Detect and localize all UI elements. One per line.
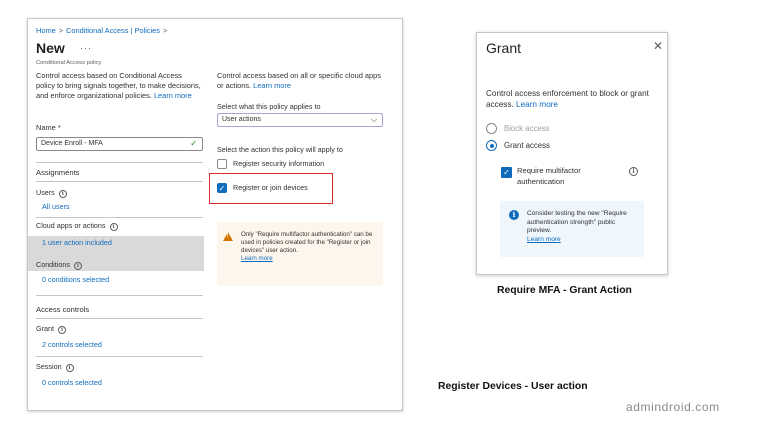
session-label-text: Session (36, 362, 62, 371)
watermark: admindroid.com (626, 400, 720, 414)
close-icon[interactable]: ✕ (653, 39, 663, 53)
divider (36, 318, 203, 319)
cloud-apps-value-link[interactable]: 1 user action included (42, 238, 112, 247)
session-label: Session i (36, 362, 74, 372)
info-circle-icon: i (509, 210, 519, 220)
grant-value-link[interactable]: 2 controls selected (42, 340, 102, 349)
warning-text: Only "Require multifactor authentication… (241, 231, 381, 263)
grant-title: Grant (486, 40, 522, 56)
register-join-devices-checkbox[interactable]: ✓ (217, 183, 227, 193)
page-title: New (36, 40, 65, 56)
divider (36, 217, 203, 218)
access-controls-heading: Access controls (36, 305, 90, 314)
info-icon[interactable]: i (58, 190, 67, 198)
warning-text-body: Only "Require multifactor authentication… (241, 231, 373, 254)
page-subtitle: Conditional Access policy (36, 60, 102, 66)
applies-to-value: User actions (222, 116, 261, 123)
breadcrumb-separator: > (163, 26, 168, 35)
name-label: Name * (36, 123, 61, 132)
info-icon[interactable]: i (65, 364, 74, 372)
grant-access-radio[interactable] (486, 140, 497, 151)
divider (36, 162, 203, 163)
info-text: Consider testing the new "Require authen… (527, 210, 641, 244)
users-label: Users i (36, 188, 67, 198)
divider (36, 295, 203, 296)
conditions-value-link[interactable]: 0 conditions selected (42, 275, 109, 284)
auth-strength-info: i Consider testing the new "Require auth… (500, 201, 644, 257)
grant-label: Grant i (36, 324, 66, 334)
grant-description-text: Control access enforcement to block or g… (486, 89, 649, 109)
info-icon[interactable]: i (109, 223, 118, 231)
breadcrumb-home[interactable]: Home (36, 26, 56, 35)
applies-to-dropdown[interactable]: User actions ⌵ (217, 113, 383, 127)
cloud-apps-label: Cloud apps or actions i (36, 221, 118, 231)
cloud-apps-description-text: Control access based on all or specific … (217, 71, 381, 90)
breadcrumb-policies[interactable]: Conditional Access | Policies (66, 26, 160, 35)
warning-icon: ! (223, 232, 233, 241)
cloud-apps-label-text: Cloud apps or actions (36, 221, 106, 230)
info-learn-more-link[interactable]: Learn more (527, 236, 561, 243)
block-access-radio[interactable] (486, 123, 497, 134)
warning-message: ! Only "Require multifactor authenticati… (217, 222, 383, 286)
conditions-label-text: Conditions (36, 260, 70, 269)
grant-caption: Require MFA - Grant Action (497, 285, 632, 296)
applies-to-label: Select what this policy applies to (217, 102, 321, 111)
divider (36, 181, 203, 182)
info-icon[interactable]: i (57, 326, 66, 334)
conditional-access-policy-panel: Home > Conditional Access | Policies > New … (27, 18, 403, 411)
require-mfa-checkbox[interactable]: ✓ (501, 167, 512, 178)
users-label-text: Users (36, 188, 55, 197)
policy-name-input[interactable]: Device Enroll - MFA ✓ (36, 137, 203, 151)
policy-description: Control access based on Conditional Acce… (36, 71, 201, 101)
learn-more-link[interactable]: Learn more (253, 81, 291, 90)
grant-label-text: Grant (36, 324, 54, 333)
warning-learn-more-link[interactable]: Learn more (241, 255, 273, 262)
grant-panel: Grant ✕ Control access enforcement to bl… (476, 32, 668, 275)
action-label: Select the action this policy will apply… (217, 145, 343, 154)
grant-access-label: Grant access (504, 141, 550, 150)
learn-more-link[interactable]: Learn more (154, 91, 192, 100)
session-value-link[interactable]: 0 controls selected (42, 378, 102, 387)
valid-check-icon: ✓ (190, 139, 197, 148)
breadcrumb: Home > Conditional Access | Policies > (36, 26, 170, 35)
grant-learn-more-link[interactable]: Learn more (516, 100, 558, 109)
chevron-down-icon: ⌵ (370, 115, 377, 124)
require-mfa-label: Require multifactor authentication (517, 166, 581, 186)
info-text-body: Consider testing the new "Require authen… (527, 210, 627, 234)
info-icon[interactable]: i (629, 167, 638, 176)
cloud-apps-description: Control access based on all or specific … (217, 71, 382, 91)
assignments-heading: Assignments (36, 168, 80, 177)
register-security-info-checkbox[interactable] (217, 159, 227, 169)
info-icon[interactable]: i (73, 262, 82, 270)
more-options-icon[interactable]: ··· (80, 43, 92, 53)
block-access-label: Block access (504, 124, 550, 133)
register-join-devices-label: Register or join devices (233, 183, 308, 192)
users-value-link[interactable]: All users (42, 202, 70, 211)
register-security-info-label: Register security information (233, 159, 325, 168)
user-action-caption: Register Devices - User action (438, 381, 588, 392)
policy-name-value: Device Enroll - MFA (41, 140, 103, 147)
divider (36, 356, 203, 357)
breadcrumb-separator: > (58, 26, 64, 35)
grant-description: Control access enforcement to block or g… (486, 88, 661, 110)
conditions-label: Conditions i (36, 260, 82, 270)
